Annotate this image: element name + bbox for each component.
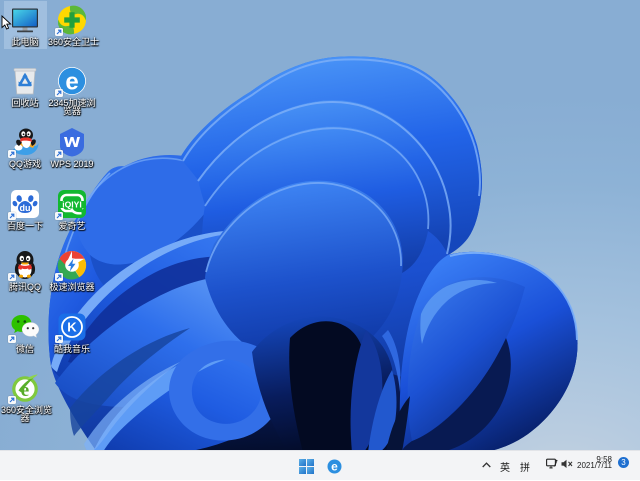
svg-text:e: e: [65, 69, 78, 96]
svg-text:K: K: [67, 320, 77, 335]
svg-text:iQIYI: iQIYI: [62, 200, 82, 210]
svg-text:e: e: [331, 460, 338, 474]
svg-text:du: du: [20, 203, 31, 213]
